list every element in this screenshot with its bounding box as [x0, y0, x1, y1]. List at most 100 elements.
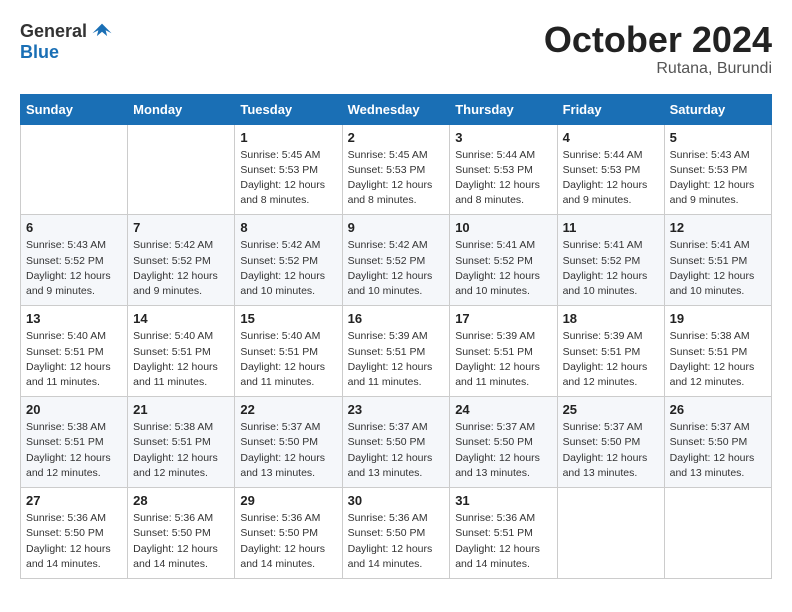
day-info: Sunrise: 5:37 AMSunset: 5:50 PMDaylight:… — [348, 420, 445, 481]
day-info: Sunrise: 5:44 AMSunset: 5:53 PMDaylight:… — [455, 148, 551, 209]
calendar-cell: 3Sunrise: 5:44 AMSunset: 5:53 PMDaylight… — [450, 124, 557, 215]
calendar-cell: 12 Sunrise: 5:41 AMSunset: 5:51 PMDayligh… — [664, 215, 771, 306]
day-number: 30 — [348, 493, 445, 508]
day-number: 5 — [670, 130, 766, 145]
calendar-cell: 30Sunrise: 5:36 AMSunset: 5:50 PMDayligh… — [342, 488, 450, 579]
day-number: 20 — [26, 402, 122, 417]
day-info: Sunrise: 5:42 AMSunset: 5:52 PMDaylight:… — [133, 238, 229, 299]
day-number: 19 — [670, 311, 766, 326]
calendar-cell: 27Sunrise: 5:36 AMSunset: 5:50 PMDayligh… — [21, 488, 128, 579]
weekday-header: Tuesday — [235, 94, 342, 124]
day-info: Sunrise: 5:42 AMSunset: 5:52 PMDaylight:… — [240, 238, 336, 299]
calendar-cell: 28Sunrise: 5:36 AMSunset: 5:50 PMDayligh… — [128, 488, 235, 579]
calendar-week-row: 6 Sunrise: 5:43 AMSunset: 5:52 PMDaylight… — [21, 215, 772, 306]
calendar-cell: 14Sunrise: 5:40 AMSunset: 5:51 PMDayligh… — [128, 306, 235, 397]
title-area: October 2024 Rutana, Burundi — [544, 20, 772, 78]
day-info: Sunrise: 5:38 AMSunset: 5:51 PMDaylight:… — [26, 420, 122, 481]
day-number: 4 — [563, 130, 659, 145]
day-number: 8 — [240, 220, 336, 235]
day-number: 6 — [26, 220, 122, 235]
day-info: Sunrise: 5:36 AMSunset: 5:51 PMDaylight:… — [455, 511, 551, 572]
day-number: 9 — [348, 220, 445, 235]
logo: General Blue — [20, 20, 113, 63]
calendar-cell: 5 Sunrise: 5:43 AMSunset: 5:53 PMDaylight… — [664, 124, 771, 215]
calendar-cell: 24 Sunrise: 5:37 AMSunset: 5:50 PMDayligh… — [450, 397, 557, 488]
location-subtitle: Rutana, Burundi — [544, 60, 772, 78]
day-number: 27 — [26, 493, 122, 508]
calendar-week-row: 13Sunrise: 5:40 AMSunset: 5:51 PMDayligh… — [21, 306, 772, 397]
day-number: 28 — [133, 493, 229, 508]
logo-general-text: General — [20, 21, 87, 42]
logo-bird-icon — [91, 20, 113, 42]
weekday-header: Wednesday — [342, 94, 450, 124]
calendar-cell — [21, 124, 128, 215]
month-title: October 2024 — [544, 20, 772, 60]
calendar-cell: 2 Sunrise: 5:45 AMSunset: 5:53 PMDaylight… — [342, 124, 450, 215]
calendar-cell: 19 Sunrise: 5:38 AMSunset: 5:51 PMDayligh… — [664, 306, 771, 397]
day-number: 1 — [240, 130, 336, 145]
day-info: Sunrise: 5:37 AMSunset: 5:50 PMDaylight:… — [240, 420, 336, 481]
day-number: 25 — [563, 402, 659, 417]
day-info: Sunrise: 5:37 AMSunset: 5:50 PMDaylight:… — [455, 420, 551, 481]
calendar-week-row: 1 Sunrise: 5:45 AMSunset: 5:53 PMDaylight… — [21, 124, 772, 215]
calendar-cell: 4Sunrise: 5:44 AMSunset: 5:53 PMDaylight… — [557, 124, 664, 215]
day-info: Sunrise: 5:38 AMSunset: 5:51 PMDaylight:… — [670, 329, 766, 390]
calendar-cell: 29 Sunrise: 5:36 AMSunset: 5:50 PMDayligh… — [235, 488, 342, 579]
day-number: 7 — [133, 220, 229, 235]
day-info: Sunrise: 5:37 AMSunset: 5:50 PMDaylight:… — [563, 420, 659, 481]
weekday-header: Sunday — [21, 94, 128, 124]
calendar-cell: 6 Sunrise: 5:43 AMSunset: 5:52 PMDaylight… — [21, 215, 128, 306]
day-info: Sunrise: 5:36 AMSunset: 5:50 PMDaylight:… — [240, 511, 336, 572]
calendar-cell: 31 Sunrise: 5:36 AMSunset: 5:51 PMDayligh… — [450, 488, 557, 579]
calendar-cell: 1Sunrise: 5:45 AMSunset: 5:53 PMDaylight… — [235, 124, 342, 215]
calendar-week-row: 27 Sunrise: 5:36 AMSunset: 5:50 PMDayligh… — [21, 488, 772, 579]
day-number: 16 — [348, 311, 445, 326]
day-number: 12 — [670, 220, 766, 235]
calendar-week-row: 20 Sunrise: 5:38 AMSunset: 5:51 PMDayligh… — [21, 397, 772, 488]
day-info: Sunrise: 5:39 AMSunset: 5:51 PMDaylight:… — [563, 329, 659, 390]
day-number: 2 — [348, 130, 445, 145]
calendar-cell: 16 Sunrise: 5:39 AMSunset: 5:51 PMDayligh… — [342, 306, 450, 397]
calendar-cell — [128, 124, 235, 215]
day-number: 24 — [455, 402, 551, 417]
day-info: Sunrise: 5:41 AMSunset: 5:51 PMDaylight:… — [670, 238, 766, 299]
day-number: 26 — [670, 402, 766, 417]
day-info: Sunrise: 5:39 AMSunset: 5:51 PMDaylight:… — [348, 329, 445, 390]
day-number: 11 — [563, 220, 659, 235]
day-number: 31 — [455, 493, 551, 508]
calendar-cell: 8 Sunrise: 5:42 AMSunset: 5:52 PMDaylight… — [235, 215, 342, 306]
day-number: 10 — [455, 220, 551, 235]
day-info: Sunrise: 5:42 AMSunset: 5:52 PMDaylight:… — [348, 238, 445, 299]
day-info: Sunrise: 5:43 AMSunset: 5:53 PMDaylight:… — [670, 148, 766, 209]
day-number: 22 — [240, 402, 336, 417]
weekday-header: Thursday — [450, 94, 557, 124]
calendar-cell: 15Sunrise: 5:40 AMSunset: 5:51 PMDayligh… — [235, 306, 342, 397]
day-number: 21 — [133, 402, 229, 417]
calendar-cell — [664, 488, 771, 579]
day-number: 15 — [240, 311, 336, 326]
day-info: Sunrise: 5:43 AMSunset: 5:52 PMDaylight:… — [26, 238, 122, 299]
calendar-cell: 22 Sunrise: 5:37 AMSunset: 5:50 PMDayligh… — [235, 397, 342, 488]
day-info: Sunrise: 5:45 AMSunset: 5:53 PMDaylight:… — [348, 148, 445, 209]
calendar-cell: 10 Sunrise: 5:41 AMSunset: 5:52 PMDayligh… — [450, 215, 557, 306]
day-info: Sunrise: 5:39 AMSunset: 5:51 PMDaylight:… — [455, 329, 551, 390]
calendar-cell: 25 Sunrise: 5:37 AMSunset: 5:50 PMDayligh… — [557, 397, 664, 488]
weekday-header: Monday — [128, 94, 235, 124]
day-info: Sunrise: 5:41 AMSunset: 5:52 PMDaylight:… — [563, 238, 659, 299]
calendar-cell: 23Sunrise: 5:37 AMSunset: 5:50 PMDayligh… — [342, 397, 450, 488]
day-number: 17 — [455, 311, 551, 326]
day-info: Sunrise: 5:41 AMSunset: 5:52 PMDaylight:… — [455, 238, 551, 299]
calendar-cell: 17 Sunrise: 5:39 AMSunset: 5:51 PMDayligh… — [450, 306, 557, 397]
calendar-cell: 18Sunrise: 5:39 AMSunset: 5:51 PMDayligh… — [557, 306, 664, 397]
weekday-header: Saturday — [664, 94, 771, 124]
page-header: General Blue October 2024 Rutana, Burund… — [20, 20, 772, 78]
logo-blue-text: Blue — [20, 42, 59, 63]
calendar-header-row: SundayMondayTuesdayWednesdayThursdayFrid… — [21, 94, 772, 124]
day-number: 29 — [240, 493, 336, 508]
calendar-cell: 7 Sunrise: 5:42 AMSunset: 5:52 PMDaylight… — [128, 215, 235, 306]
calendar-cell: 13Sunrise: 5:40 AMSunset: 5:51 PMDayligh… — [21, 306, 128, 397]
calendar-cell: 9 Sunrise: 5:42 AMSunset: 5:52 PMDaylight… — [342, 215, 450, 306]
day-number: 13 — [26, 311, 122, 326]
day-number: 14 — [133, 311, 229, 326]
calendar-cell — [557, 488, 664, 579]
